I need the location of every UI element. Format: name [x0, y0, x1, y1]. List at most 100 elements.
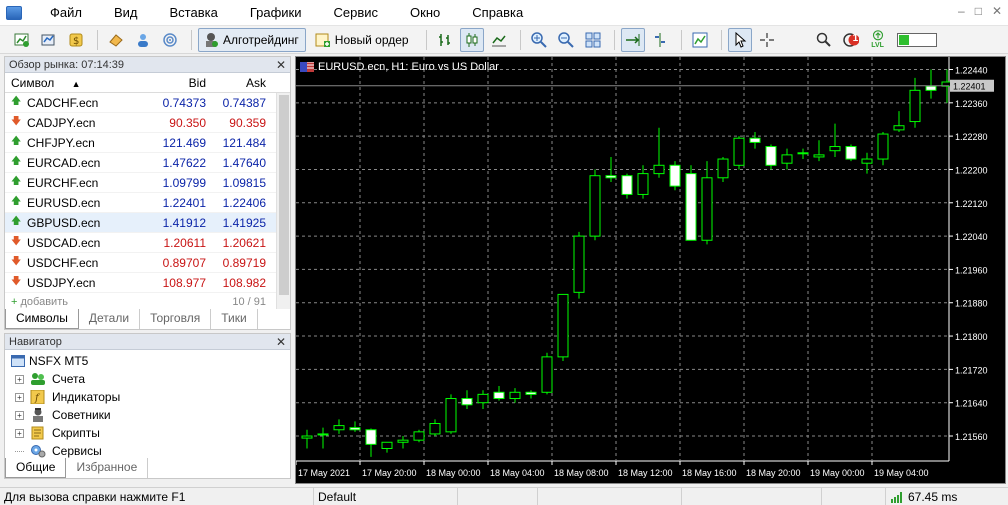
restore-icon[interactable]: □ [975, 4, 982, 18]
candle-bull [477, 393, 489, 404]
close-icon[interactable]: ✕ [276, 57, 286, 73]
indicators-icon: f [30, 390, 45, 404]
connection-status[interactable]: 67.45 ms [886, 488, 1008, 505]
menu-view[interactable]: Вид [98, 0, 154, 26]
crosshair-icon [759, 32, 774, 47]
cursor-button[interactable] [727, 27, 752, 52]
market-watch-scrollbar[interactable] [276, 93, 290, 309]
market-watch-row[interactable]: 🡅 GBPUSD.ecn 1.41912 1.41925 [5, 213, 290, 233]
menu-insert[interactable]: Вставка [154, 0, 234, 26]
algo-trading-icon [206, 32, 218, 47]
market-watch-row[interactable]: 🡅 EURCAD.ecn 1.47622 1.47640 [5, 153, 290, 173]
new-order-button[interactable]: Новый ордер [310, 28, 416, 52]
market-watch-row[interactable]: 🡅 CADCHF.ecn 0.74373 0.74387 [5, 93, 290, 113]
navigator-item-indicators[interactable]: + f Индикаторы [5, 388, 290, 406]
market-watch-row[interactable]: 🡇 USDCHF.ecn 0.89707 0.89719 [5, 253, 290, 273]
y-tick-label: 1.22360 [955, 99, 988, 109]
navigator-item-label: Сервисы [52, 444, 102, 458]
ask-column-header[interactable]: Ask [210, 76, 270, 90]
status-profile[interactable]: Default [314, 487, 458, 505]
x-tick-label: 18 May 20:00 [746, 468, 801, 478]
new-chart-button[interactable] [10, 28, 34, 52]
candlestick-chart[interactable]: 1.22440 1.22360 1.22280 1.22200 1.22120 1.220… [296, 57, 1005, 483]
navigator-button[interactable] [131, 28, 155, 52]
window-controls: – □ ✕ [958, 4, 1002, 18]
market-watch-row[interactable]: 🡇 USDCAD.ecn 1.20611 1.20621 [5, 233, 290, 253]
line-chart-button[interactable] [487, 28, 511, 52]
symbol-column-header[interactable]: Символ ▲ [5, 76, 146, 90]
symbol-name: USDJPY.ecn [27, 275, 96, 290]
candle-bull [717, 158, 729, 179]
symbol-name: CADJPY.ecn [27, 115, 96, 130]
tab-common[interactable]: Общие [5, 458, 67, 478]
expand-icon[interactable]: + [15, 392, 24, 402]
tab-details[interactable]: Детали [79, 309, 141, 329]
y-tick-label: 1.21800 [955, 332, 988, 342]
navigator-item-label: Советники [52, 408, 111, 422]
candle-bear [349, 427, 361, 431]
expand-icon[interactable]: + [15, 410, 24, 420]
bar-chart-button[interactable] [433, 28, 457, 52]
tab-favorites[interactable]: Избранное [66, 458, 149, 478]
tab-symbols[interactable]: Символы [5, 309, 79, 329]
line-chart-icon [491, 35, 506, 46]
menu-window[interactable]: Окно [394, 0, 456, 26]
notifications-button[interactable]: 1 [839, 28, 863, 52]
candlestick-icon [466, 32, 478, 47]
toolbar-separator [720, 29, 722, 50]
crosshair-button[interactable] [755, 28, 779, 52]
market-watch-row[interactable]: 🡇 CADJPY.ecn 90.350 90.359 [5, 113, 290, 133]
close-icon[interactable]: ✕ [992, 4, 1002, 18]
menu-charts[interactable]: Графики [234, 0, 318, 26]
data-window-button[interactable] [104, 28, 128, 52]
tab-ticks[interactable]: Тики [211, 309, 258, 329]
candle-bull [317, 433, 329, 436]
menu-tools[interactable]: Сервис [318, 0, 395, 26]
market-watch-row[interactable]: 🡇 USDJPY.ecn 108.977 108.982 [5, 273, 290, 293]
symbol-name: EURCAD.ecn [27, 155, 101, 170]
status-empty-3 [682, 487, 822, 505]
menu-file[interactable]: Файл [34, 0, 98, 26]
candlestick-chart-button[interactable] [459, 27, 484, 52]
expand-icon[interactable]: + [15, 374, 24, 384]
market-watch-row[interactable]: 🡅 EURCHF.ecn 1.09799 1.09815 [5, 173, 290, 193]
chart-shift-button[interactable] [648, 28, 672, 52]
minimize-icon[interactable]: – [958, 4, 965, 18]
market-watch-panel: Обзор рынка: 07:14:39 ✕ Символ ▲ Bid Ask… [4, 56, 291, 330]
status-empty-4 [822, 487, 886, 505]
toolbar-separator [191, 29, 192, 50]
tab-trading[interactable]: Торговля [140, 309, 212, 329]
bid-value: 0.89707 [162, 255, 206, 270]
scrollbar-thumb[interactable] [279, 95, 289, 295]
market-watch-button[interactable]: $ [64, 28, 88, 52]
templates-button[interactable] [688, 28, 712, 52]
ask-value: 1.47640 [222, 155, 266, 170]
bid-column-header[interactable]: Bid [146, 76, 210, 90]
navigator-item-accounts[interactable]: + Счета [5, 370, 290, 388]
algo-trading-button[interactable]: Алготрейдинг [198, 27, 306, 52]
signals-button[interactable] [158, 28, 182, 52]
level-button[interactable]: LVL [866, 28, 890, 52]
market-watch-row[interactable]: 🡅 EURUSD.ecn 1.22401 1.22406 [5, 193, 290, 213]
navigator-item-experts[interactable]: + Советники [5, 406, 290, 424]
y-tick-label: 1.21560 [955, 432, 988, 442]
navigator-item-scripts[interactable]: + Скрипты [5, 424, 290, 442]
zoom-out-button[interactable] [554, 28, 578, 52]
market-watch-row[interactable]: 🡅 CHFJPY.ecn 121.469 121.484 [5, 133, 290, 153]
profiles-button[interactable] [37, 28, 61, 52]
toolbar-separator [425, 29, 427, 50]
arrow-down-icon: 🡇 [11, 256, 22, 267]
templates-icon [692, 32, 708, 47]
expand-icon[interactable]: + [15, 428, 24, 438]
chart-window[interactable]: 1.22440 1.22360 1.22280 1.22200 1.22120 1.220… [295, 56, 1006, 484]
navigator-root[interactable]: NSFX MT5 [5, 352, 290, 370]
y-tick-label: 1.21720 [955, 365, 988, 375]
search-button[interactable] [812, 28, 836, 52]
close-icon[interactable]: ✕ [276, 334, 286, 350]
auto-scroll-button[interactable] [620, 27, 645, 52]
y-tick-label: 1.21880 [955, 299, 988, 309]
menu-help[interactable]: Справка [456, 0, 539, 26]
tile-windows-button[interactable] [581, 28, 605, 52]
notification-count: 1 [852, 32, 859, 44]
zoom-in-button[interactable] [527, 28, 551, 52]
